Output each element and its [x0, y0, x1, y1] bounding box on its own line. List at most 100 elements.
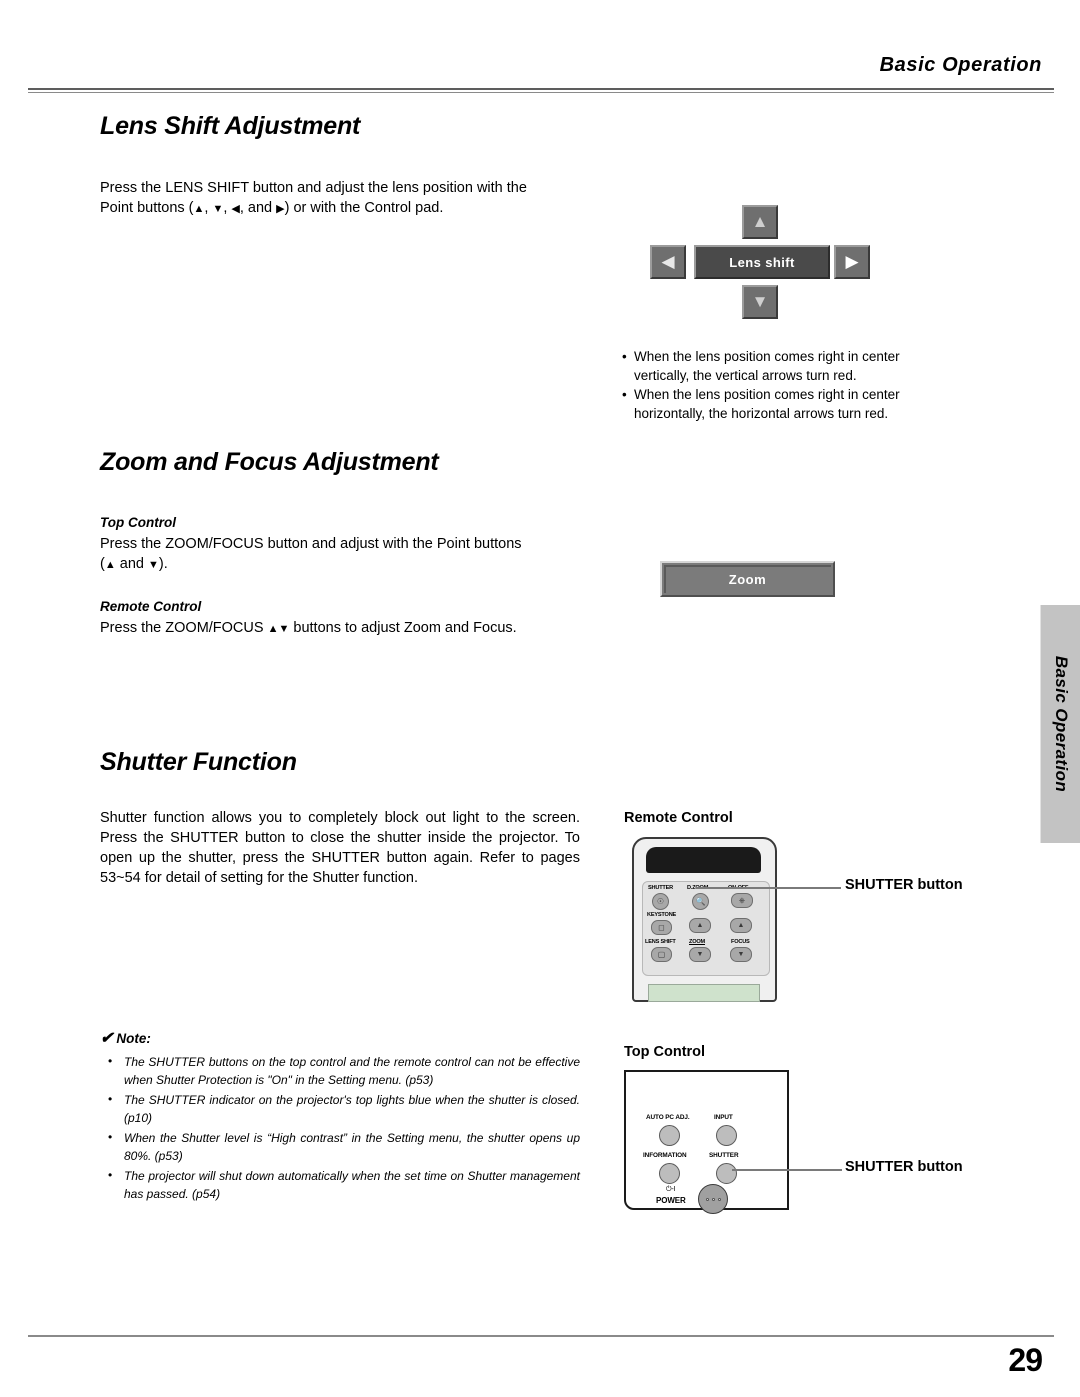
- osd-arrow-up-icon[interactable]: ▲: [742, 205, 778, 239]
- remote-zoom-down-button[interactable]: ▼: [689, 947, 711, 962]
- lens-note-2-line1: • When the lens position comes right in …: [622, 385, 1014, 404]
- section-title-zoom-focus: Zoom and Focus Adjustment: [100, 448, 439, 476]
- shutter-body-text: Shutter function allows you to completel…: [100, 810, 580, 886]
- footer-rule: [28, 1335, 1054, 1337]
- shutter-iris-icon: ☉: [656, 896, 665, 906]
- zf-tc-line2-post: ).: [158, 556, 168, 572]
- remote-onoff-button[interactable]: ⎈: [731, 893, 753, 908]
- page-header: Basic Operation: [0, 0, 1080, 96]
- power-symbol-icon: ⏻-I: [666, 1186, 676, 1193]
- remote-figure-heading: Remote Control: [624, 810, 733, 826]
- note-heading-label: Note:: [116, 1031, 151, 1046]
- lens-shift-line2-mid: , and: [239, 200, 273, 216]
- zoom-focus-remote-control-text: Press the ZOOM/FOCUS ▲▼ buttons to adjus…: [100, 618, 590, 639]
- arrow-down-glyph: ▼: [751, 292, 769, 311]
- lens-note-1-text1: When the lens position comes right in ce…: [634, 349, 900, 364]
- remote-label-lens-shift: LENS SHIFT: [645, 939, 676, 945]
- remote-control-body: SHUTTER D.ZOOM ON-OFF ☉ 🔍 ⎈ KEYSTONE ◻ ▲: [632, 837, 777, 1002]
- focus-down-arrow-icon: ▼: [737, 951, 745, 958]
- remote-focus-up-button[interactable]: ▲: [730, 918, 752, 933]
- top-control-panel: AUTO PC ADJ. INPUT INFORMATION SHUTTER ⏻…: [624, 1070, 789, 1214]
- lens-note-1-line2: vertically, the vertical arrows turn red…: [622, 366, 1014, 385]
- bullet-glyph-2: •: [622, 387, 627, 402]
- page-number: 29: [1008, 1342, 1043, 1378]
- note-heading: ✔ Note:: [100, 1028, 580, 1048]
- note-item: The projector will shut down automatical…: [100, 1167, 580, 1203]
- section-title-shutter: Shutter Function: [100, 748, 297, 776]
- topcontrol-auto-pc-adj-button[interactable]: [659, 1125, 680, 1146]
- topcontrol-power-button[interactable]: [698, 1184, 728, 1214]
- lens-shift-notes: • When the lens position comes right in …: [622, 347, 1014, 423]
- lens-shift-instructions: Press the LENS SHIFT button and adjust t…: [100, 178, 580, 219]
- header-rule-bottom: [28, 92, 1054, 93]
- bullet-glyph-1: •: [622, 349, 627, 364]
- osd-arrow-down-icon[interactable]: ▼: [742, 285, 778, 319]
- check-icon: ✔: [100, 1030, 114, 1047]
- power-onoff-icon: ⎈: [738, 895, 746, 905]
- topcontrol-label-information: INFORMATION: [643, 1152, 687, 1159]
- zf-rc-pre: Press the ZOOM/FOCUS: [100, 620, 268, 636]
- remote-dzoom-button[interactable]: 🔍: [692, 893, 709, 910]
- lens-shift-line2-post: ) or with the Control pad.: [284, 200, 444, 216]
- note-list: The SHUTTER buttons on the top control a…: [100, 1053, 580, 1203]
- zf-rc-post: buttons to adjust Zoom and Focus.: [289, 620, 517, 636]
- magnifier-icon: 🔍: [695, 896, 706, 906]
- zoom-osd-bar: Zoom: [660, 561, 835, 597]
- zf-rc-down-glyph: ▼: [278, 623, 290, 635]
- point-right-glyph: ▶: [276, 203, 285, 215]
- remote-focus-down-button[interactable]: ▼: [730, 947, 752, 962]
- topcontrol-information-button[interactable]: [659, 1163, 680, 1184]
- zf-down-glyph: ▼: [147, 559, 159, 571]
- side-tab-label: Basic Operation: [1051, 655, 1071, 793]
- point-down-glyph: ▼: [212, 203, 224, 215]
- lens-shift-line2-pre: Point buttons (: [100, 200, 194, 216]
- osd-arrow-left-icon[interactable]: ◀: [650, 245, 686, 279]
- remote-label-keystone: KEYSTONE: [647, 912, 677, 918]
- top-control-figure: Top Control AUTO PC ADJ. INPUT INFORMATI…: [620, 1044, 1020, 1244]
- topcontrol-shutter-button[interactable]: [716, 1163, 737, 1184]
- remote-ir-window: [646, 847, 761, 873]
- lens-shift-icon: ▢: [657, 949, 666, 959]
- header-title: Basic Operation: [879, 54, 1042, 76]
- topcontrol-figure-heading: Top Control: [624, 1044, 706, 1060]
- topcontrol-callout-label: SHUTTER button: [845, 1159, 963, 1175]
- subheading-remote-control: Remote Control: [100, 599, 202, 614]
- note-item: When the Shutter level is “High contrast…: [100, 1129, 580, 1165]
- arrow-up-glyph: ▲: [751, 212, 769, 231]
- remote-control-figure: Remote Control SHUTTER D.ZOOM ON-OFF ☉ 🔍…: [620, 810, 1020, 1020]
- zf-tc-line1: Press the ZOOM/FOCUS button and adjust w…: [100, 536, 522, 552]
- subheading-top-control: Top Control: [100, 515, 176, 530]
- remote-lower-panel: [648, 984, 760, 1002]
- arrow-left-glyph: ◀: [661, 252, 675, 271]
- remote-label-shutter: SHUTTER: [648, 885, 674, 891]
- note-block: ✔Note: The SHUTTER buttons on the top co…: [100, 1028, 580, 1206]
- lens-shift-line1: Press the LENS SHIFT button and adjust t…: [100, 180, 527, 196]
- side-tab-basic-operation: Basic Operation: [1040, 605, 1080, 843]
- zf-rc-up-glyph: ▲: [267, 623, 279, 635]
- keystone-icon: ◻: [658, 922, 665, 932]
- topcontrol-label-auto-pc-adj: AUTO PC ADJ.: [646, 1114, 690, 1121]
- topcontrol-label-input: INPUT: [714, 1114, 733, 1121]
- topcontrol-input-button[interactable]: [716, 1125, 737, 1146]
- zf-tc-line2-mid: and: [115, 556, 148, 572]
- point-left-glyph: ◀: [231, 203, 240, 215]
- remote-lens-shift-button[interactable]: ▢: [651, 947, 672, 962]
- topcontrol-label-shutter: SHUTTER: [709, 1152, 739, 1159]
- remote-label-focus: FOCUS: [731, 939, 750, 945]
- remote-zoom-up-button[interactable]: ▲: [689, 918, 711, 933]
- lens-note-1-text2: vertically, the vertical arrows turn red…: [634, 368, 857, 383]
- topcontrol-callout-leader-line: [732, 1169, 842, 1171]
- power-dot-icon: [711, 1197, 715, 1201]
- osd-arrow-right-icon[interactable]: ▶: [834, 245, 870, 279]
- zoom-focus-top-control-text: Press the ZOOM/FOCUS button and adjust w…: [100, 534, 580, 575]
- remote-shutter-button[interactable]: ☉: [652, 893, 669, 910]
- header-rule-top: [28, 88, 1054, 90]
- lens-shift-osd-label: Lens shift: [729, 254, 795, 270]
- power-dot-icon: [717, 1197, 721, 1201]
- zoom-down-arrow-icon: ▼: [696, 951, 704, 958]
- lens-note-1-line1: • When the lens position comes right in …: [622, 347, 1014, 366]
- lens-shift-osd-bar: Lens shift: [694, 245, 830, 279]
- remote-keystone-button[interactable]: ◻: [651, 920, 672, 935]
- topcontrol-label-power: POWER: [656, 1196, 686, 1205]
- note-item: The SHUTTER buttons on the top control a…: [100, 1053, 580, 1089]
